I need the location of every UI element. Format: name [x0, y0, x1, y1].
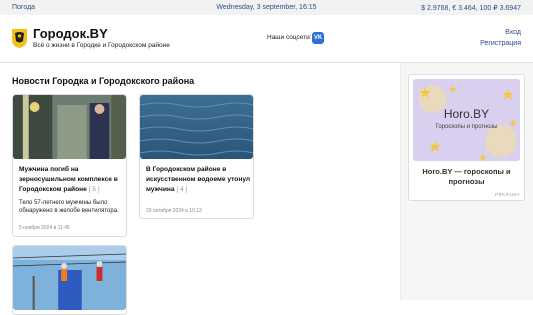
register-link[interactable]: Регистрация — [480, 40, 521, 47]
site-title[interactable]: Городок.BY — [33, 26, 108, 41]
vk-icon[interactable]: VK — [312, 32, 324, 44]
news-card[interactable] — [12, 245, 127, 315]
site-tagline: Всё о жизни в Городке и Городокском райо… — [33, 42, 170, 49]
ad-banner-image[interactable]: Horo.BY Гороскопы и прогнозы — [413, 79, 520, 161]
ad-label: РЕКЛАМА — [495, 192, 520, 197]
top-bar: Погода Wednesday, 3 september, 16:15 $ 2… — [0, 0, 533, 15]
news-description: Тело 57-летнего мужчины было обнаружено … — [19, 200, 119, 214]
comments-count[interactable]: [ 5 ] — [89, 186, 100, 193]
social-label: Наши соцсети: — [267, 34, 312, 41]
ad-subtitle: Гороскопы и прогнозы — [435, 124, 498, 130]
news-title[interactable]: В Городокском районе в искусственном вод… — [146, 165, 252, 195]
news-thumbnail-image[interactable] — [13, 95, 126, 159]
ad-brand: Horo.BY — [443, 107, 490, 121]
main-content: Новости Городка и Городокского района Му… — [0, 63, 400, 315]
news-title[interactable]: Мужчина погиб на зерносушильном комплекс… — [19, 165, 125, 195]
advertisement-card[interactable]: Horo.BY Гороскопы и прогнозы Horo.BY — г… — [408, 74, 525, 201]
news-date: 5 ноября 2024 в 11:45 — [19, 225, 70, 231]
currency-rates: $ 2.9768, € 3.464, 100 ₽ 3.6947 — [421, 5, 521, 12]
comments-count[interactable]: [ 4 ] — [176, 186, 187, 193]
news-thumbnail-image[interactable] — [140, 95, 253, 159]
ad-title[interactable]: Horo.BY — гороскопы и прогнозы — [413, 167, 520, 187]
news-card[interactable]: Мужчина погиб на зерносушильном комплекс… — [12, 94, 127, 237]
site-header: Городок.BY Всё о жизни в Городке и Город… — [0, 15, 533, 63]
login-link[interactable]: Вход — [505, 29, 521, 36]
news-thumbnail-image[interactable] — [13, 246, 126, 310]
section-title: Новости Городка и Городокского района — [12, 76, 195, 86]
news-date: 29 октября 2024 в 10:12 — [146, 208, 202, 214]
news-card[interactable]: В Городокском районе в искусственном вод… — [139, 94, 254, 219]
city-crest-icon[interactable] — [12, 29, 27, 48]
